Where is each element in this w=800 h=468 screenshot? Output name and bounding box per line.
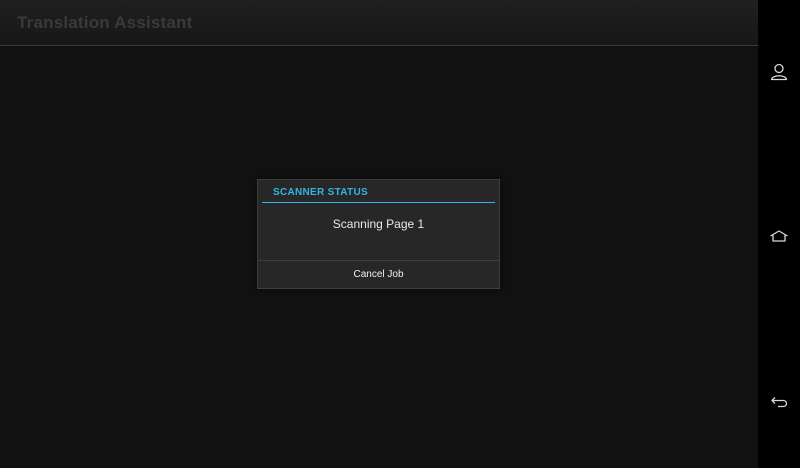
cancel-job-button[interactable]: Cancel Job xyxy=(258,261,499,288)
scanner-status-dialog: SCANNER STATUS Scanning Page 1 Cancel Jo… xyxy=(257,179,500,289)
dialog-title: SCANNER STATUS xyxy=(273,187,368,198)
app-window: Translation Assistant SCANNER STATUS Sca… xyxy=(0,0,758,468)
app-title: Translation Assistant xyxy=(17,13,193,32)
action-bar: Translation Assistant xyxy=(0,0,758,46)
home-icon xyxy=(770,230,788,242)
home-button[interactable] xyxy=(769,226,789,246)
account-button[interactable] xyxy=(769,62,789,82)
person-icon xyxy=(770,63,788,81)
back-arrow-icon xyxy=(771,397,788,408)
back-button[interactable] xyxy=(769,391,789,411)
system-nav-bar xyxy=(758,0,800,468)
dialog-title-divider xyxy=(262,202,495,203)
dialog-message: Scanning Page 1 xyxy=(332,217,425,231)
